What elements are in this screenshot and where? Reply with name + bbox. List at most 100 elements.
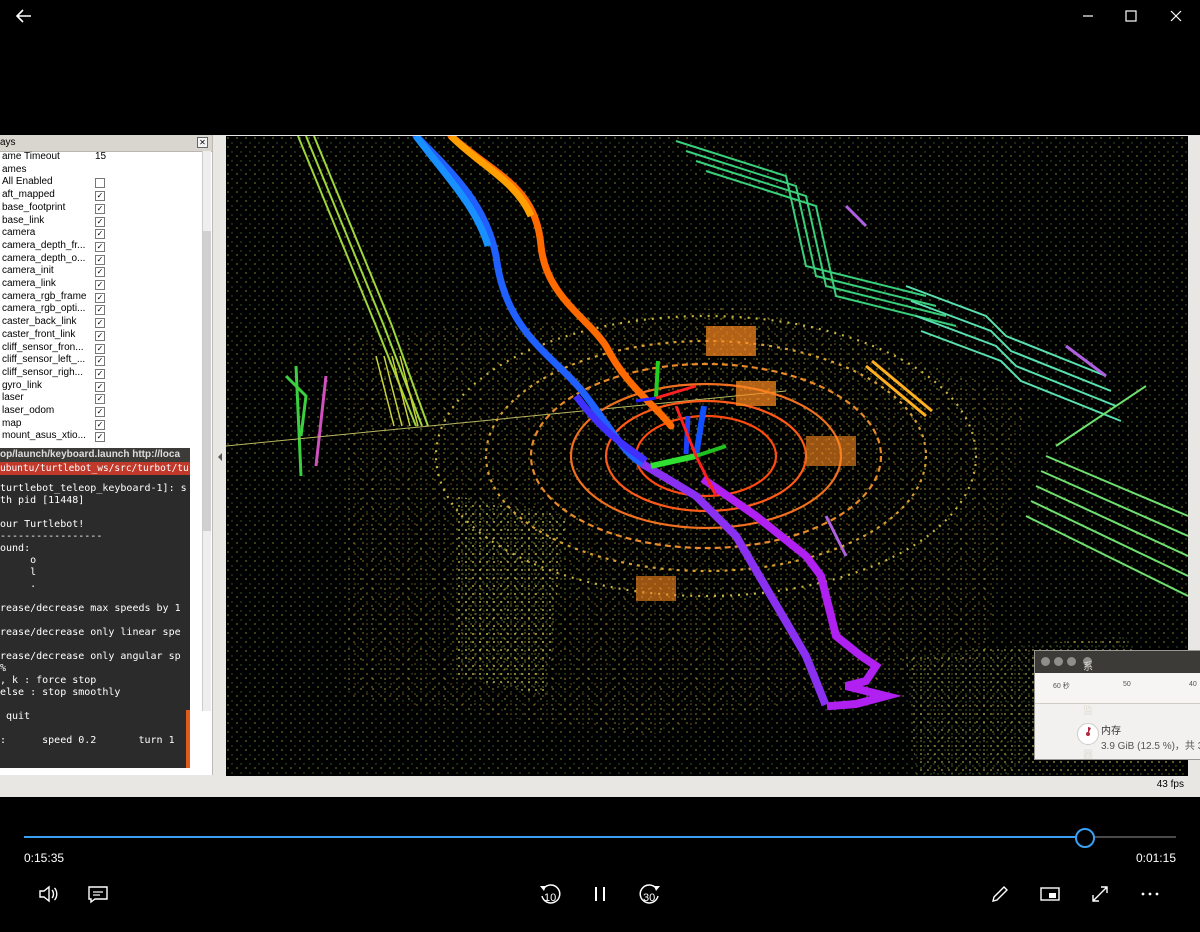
display-row[interactable]: camera_rgb_frame ✓ xyxy=(0,291,202,304)
display-row-value[interactable]: 15 xyxy=(95,151,106,164)
more-options-icon[interactable] xyxy=(1134,878,1166,910)
edit-pen-icon[interactable] xyxy=(984,878,1016,910)
display-row[interactable]: caster_front_link ✓ xyxy=(0,329,202,342)
display-row-name: camera_link xyxy=(2,278,56,289)
volume-icon[interactable] xyxy=(32,878,64,910)
display-row[interactable]: ames xyxy=(0,164,202,177)
terminal-line: ound: xyxy=(0,543,31,554)
terminal-title: op/launch/keyboard.launch http://loca xyxy=(0,448,190,462)
display-row-name: laser xyxy=(2,392,24,404)
display-row-name: gyro_link xyxy=(2,379,43,391)
terminal-line: , k : force stop xyxy=(0,675,97,686)
close-dot-icon[interactable] xyxy=(1041,657,1050,666)
display-row[interactable]: cliff_sensor_fron... ✓ xyxy=(0,342,202,355)
skip-back-10-button[interactable]: 10 xyxy=(534,878,566,910)
terminal-window[interactable]: op/launch/keyboard.launch http://loca ub… xyxy=(0,448,190,768)
terminal-line: l xyxy=(0,567,37,578)
close-icon[interactable] xyxy=(1166,6,1186,26)
display-row-checkbox[interactable]: ✓ xyxy=(95,191,105,202)
display-row-checkbox[interactable]: ✓ xyxy=(95,305,105,316)
display-row[interactable]: camera_depth_o... ✓ xyxy=(0,253,202,266)
subtitles-icon[interactable] xyxy=(82,878,114,910)
close-panel-icon[interactable]: ✕ xyxy=(197,137,208,148)
display-row-checkbox[interactable]: ✓ xyxy=(95,432,105,443)
video-frame[interactable]: ays ✕ ame Timeout 15 ames All Enabled aft_ma… xyxy=(0,135,1200,797)
terminal-line: . xyxy=(0,579,37,590)
terminal-line: else : stop smoothly xyxy=(0,687,121,698)
display-row-checkbox[interactable]: ✓ xyxy=(95,216,105,227)
display-row[interactable]: camera_link ✓ xyxy=(0,278,202,291)
display-row-checkbox[interactable]: ✓ xyxy=(95,267,105,278)
display-row-checkbox[interactable]: ✓ xyxy=(95,330,105,341)
display-row-name: cliff_sensor_righ... xyxy=(2,366,83,378)
display-row-checkbox[interactable]: ✓ xyxy=(95,368,105,379)
display-row[interactable]: laser_odom ✓ xyxy=(0,405,202,418)
skip-back-label: 10 xyxy=(544,892,557,904)
display-row-name: base_footprint xyxy=(2,201,66,213)
display-row-checkbox[interactable]: ✓ xyxy=(95,229,105,240)
display-row-name: aft_mapped xyxy=(2,189,55,201)
chart-axis-label-3: 40 xyxy=(1189,681,1197,688)
display-row-checkbox[interactable]: ✓ xyxy=(95,280,105,290)
terminal-line: ----------------- xyxy=(0,531,103,542)
display-row-checkbox[interactable]: ✓ xyxy=(95,381,105,392)
display-row-checkbox[interactable] xyxy=(95,178,105,189)
seek-bar-thumb[interactable] xyxy=(1074,828,1095,848)
display-row[interactable]: camera_rgb_opti... ✓ xyxy=(0,303,202,316)
pause-button[interactable] xyxy=(584,878,616,910)
terminal-line: turtlebot_teleop_keyboard-1]: s xyxy=(0,483,187,494)
skip-forward-30-button[interactable]: 30 xyxy=(634,878,666,910)
display-row[interactable]: laser ✓ xyxy=(0,392,202,405)
display-row[interactable]: map ✓ xyxy=(0,418,202,431)
display-row-name: caster_back_link xyxy=(2,316,77,328)
display-row-checkbox[interactable]: ✓ xyxy=(95,419,105,430)
panel-splitter[interactable] xyxy=(214,135,226,797)
display-row-checkbox[interactable]: ✓ xyxy=(95,203,105,214)
minimize-dot-icon[interactable] xyxy=(1054,657,1063,666)
display-row[interactable]: camera_init ✓ xyxy=(0,265,202,278)
display-row-name: camera_depth_o... xyxy=(2,252,86,264)
display-row[interactable]: ame Timeout 15 xyxy=(0,151,202,164)
terminal-line: th pid [11448] xyxy=(0,495,85,506)
display-row-name: base_link xyxy=(2,214,45,226)
display-row-checkbox[interactable]: ✓ xyxy=(95,318,105,329)
display-row-checkbox[interactable]: ✓ xyxy=(95,254,105,265)
maximize-icon[interactable] xyxy=(1121,6,1141,26)
display-row[interactable]: gyro_link ✓ xyxy=(0,380,202,393)
back-arrow-icon[interactable] xyxy=(14,6,34,26)
display-row-name: caster_front_link xyxy=(2,328,76,340)
system-monitor-window[interactable]: 系统监视器 60 秒 50 40 内存 3.9 GiB (12.5 %)，共 3 xyxy=(1034,650,1200,761)
memory-value: 3.9 GiB (12.5 %)，共 3 xyxy=(1101,741,1200,752)
fullscreen-icon[interactable] xyxy=(1084,878,1116,910)
mini-view-icon[interactable] xyxy=(1034,878,1066,910)
display-row-name: ame Timeout xyxy=(2,151,60,162)
terminal-path: ubuntu/turtlebot_ws/src/turbot/turbot_te… xyxy=(0,462,190,475)
display-row-checkbox[interactable]: ✓ xyxy=(95,343,105,354)
maximize-dot-icon[interactable] xyxy=(1067,657,1076,666)
display-row-name: camera_rgb_opti... xyxy=(2,303,86,315)
display-row[interactable]: aft_mapped ✓ xyxy=(0,189,202,202)
terminal-line: rease/decrease only angular sp xyxy=(0,651,181,662)
display-row[interactable]: cliff_sensor_left_... ✓ xyxy=(0,354,202,367)
terminal-line: o xyxy=(0,555,37,566)
terminal-line: % xyxy=(0,663,7,674)
memory-label: 内存 xyxy=(1101,726,1121,737)
display-row-name: map xyxy=(2,417,22,429)
display-row[interactable]: base_footprint ✓ xyxy=(0,202,202,215)
display-row-name: camera_init xyxy=(2,265,54,277)
display-row[interactable]: camera_depth_fr... ✓ xyxy=(0,240,202,253)
terminal-scroll-indicator xyxy=(186,710,190,768)
display-row-checkbox[interactable]: ✓ xyxy=(95,407,105,417)
display-row[interactable]: mount_asus_xtio... ✓ xyxy=(0,430,202,443)
display-row-checkbox[interactable]: ✓ xyxy=(95,241,105,252)
minimize-icon[interactable] xyxy=(1078,6,1098,26)
display-row-checkbox[interactable]: ✓ xyxy=(95,292,105,303)
display-row[interactable]: cliff_sensor_righ... ✓ xyxy=(0,367,202,380)
displays-scrollbar[interactable] xyxy=(202,151,211,711)
display-row[interactable]: caster_back_link ✓ xyxy=(0,316,202,329)
display-row[interactable]: base_link ✓ xyxy=(0,215,202,228)
display-row[interactable]: All Enabled xyxy=(0,176,202,189)
display-row-checkbox[interactable]: ✓ xyxy=(95,356,105,367)
display-row[interactable]: camera ✓ xyxy=(0,227,202,240)
display-row-checkbox[interactable]: ✓ xyxy=(95,394,105,405)
